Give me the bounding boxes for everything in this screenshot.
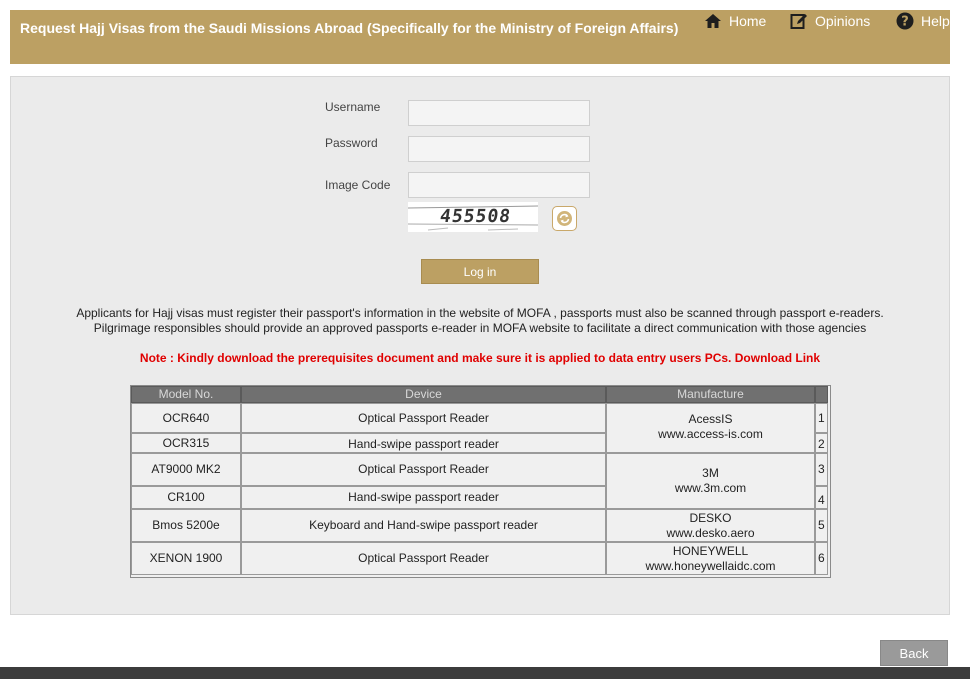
header-model: Model No. — [131, 386, 241, 403]
table-cell-model: CR100 — [131, 486, 241, 509]
help-icon: ? — [896, 12, 914, 30]
image-code-input[interactable] — [408, 172, 590, 198]
nav-home-link[interactable]: Home — [704, 12, 766, 30]
password-label: Password — [325, 136, 378, 150]
manufacturer-site: www.desko.aero — [666, 525, 755, 540]
username-label: Username — [325, 100, 381, 114]
manufacturer-name: HONEYWELL — [672, 543, 749, 558]
manufacturer-site: www.access-is.com — [658, 427, 763, 441]
back-button[interactable]: Back — [880, 640, 948, 666]
username-input[interactable] — [408, 100, 590, 126]
refresh-icon — [557, 211, 572, 226]
manufacturer-name: 3M — [702, 466, 719, 480]
header-device: Device — [241, 386, 606, 403]
captcha-text: 455508 — [438, 206, 513, 227]
image-code-label: Image Code — [325, 178, 391, 192]
manufacturer-site: www.honeywellaidc.com — [645, 558, 776, 573]
table-cell-model: Bmos 5200e — [131, 509, 241, 542]
table-cell-manufacturer: 3M www.3m.com — [606, 453, 815, 509]
info-line-2: Pilgrimage responsibles should provide a… — [93, 321, 867, 335]
table-cell-number: 1 — [815, 403, 828, 433]
table-cell-number: 2 — [815, 433, 828, 453]
table-cell-number: 3 — [815, 453, 828, 486]
table-cell-manufacturer: HONEYWELL www.honeywellaidc.com — [606, 542, 815, 575]
info-line-1: Applicants for Hajj visas must register … — [76, 306, 884, 320]
page-header: Request Hajj Visas from the Saudi Missio… — [10, 10, 950, 64]
table-cell-model: XENON 1900 — [131, 542, 241, 575]
manufacturer-name: DESKO — [689, 510, 732, 525]
note-text: Note : Kindly download the prerequisites… — [11, 351, 949, 365]
top-nav: Home Opinions ? Help — [10, 10, 950, 64]
table-cell-manufacturer: DESKO www.desko.aero — [606, 509, 815, 542]
table-cell-device: Optical Passport Reader — [241, 403, 606, 433]
login-button[interactable]: Log in — [421, 259, 539, 284]
devices-table: Model No. Device Manufacture OCR640 Opti… — [130, 385, 831, 578]
table-cell-model: OCR315 — [131, 433, 241, 453]
table-cell-device: Hand-swipe passport reader — [241, 486, 606, 509]
header-number — [815, 386, 828, 403]
table-cell-device: Optical Passport Reader — [241, 542, 606, 575]
table-cell-number: 6 — [815, 542, 828, 575]
nav-opinions-label: Opinions — [815, 13, 871, 29]
table-cell-manufacturer: AcessIS www.access-is.com — [606, 403, 815, 453]
note-message: Note : Kindly download the prerequisites… — [139, 351, 732, 365]
nav-help-label: Help — [921, 13, 950, 29]
svg-text:?: ? — [901, 15, 909, 30]
home-icon — [705, 14, 721, 28]
login-panel: Username Password Image Code 455508 Log … — [10, 76, 950, 615]
table-cell-model: OCR640 — [131, 403, 241, 433]
manufacturer-site: www.3m.com — [674, 481, 747, 495]
page-footer — [0, 667, 970, 679]
download-link[interactable]: Download Link — [735, 351, 820, 365]
password-input[interactable] — [408, 136, 590, 162]
edit-icon — [790, 14, 807, 29]
header-manufacture: Manufacture — [606, 386, 815, 403]
nav-opinions-link[interactable]: Opinions — [790, 12, 870, 30]
refresh-captcha-button[interactable] — [552, 206, 577, 231]
table-cell-device: Hand-swipe passport reader — [241, 433, 606, 453]
table-cell-number: 4 — [815, 486, 828, 509]
table-cell-device: Keyboard and Hand-swipe passport reader — [241, 509, 606, 542]
table-cell-model: AT9000 MK2 — [131, 453, 241, 486]
info-text: Applicants for Hajj visas must register … — [11, 306, 949, 336]
table-cell-number: 5 — [815, 509, 828, 542]
nav-home-label: Home — [729, 13, 767, 29]
table-cell-device: Optical Passport Reader — [241, 453, 606, 486]
manufacturer-name: AcessIS — [688, 412, 733, 426]
captcha-image: 455508 — [408, 202, 538, 232]
nav-help-link[interactable]: ? Help — [896, 12, 950, 30]
